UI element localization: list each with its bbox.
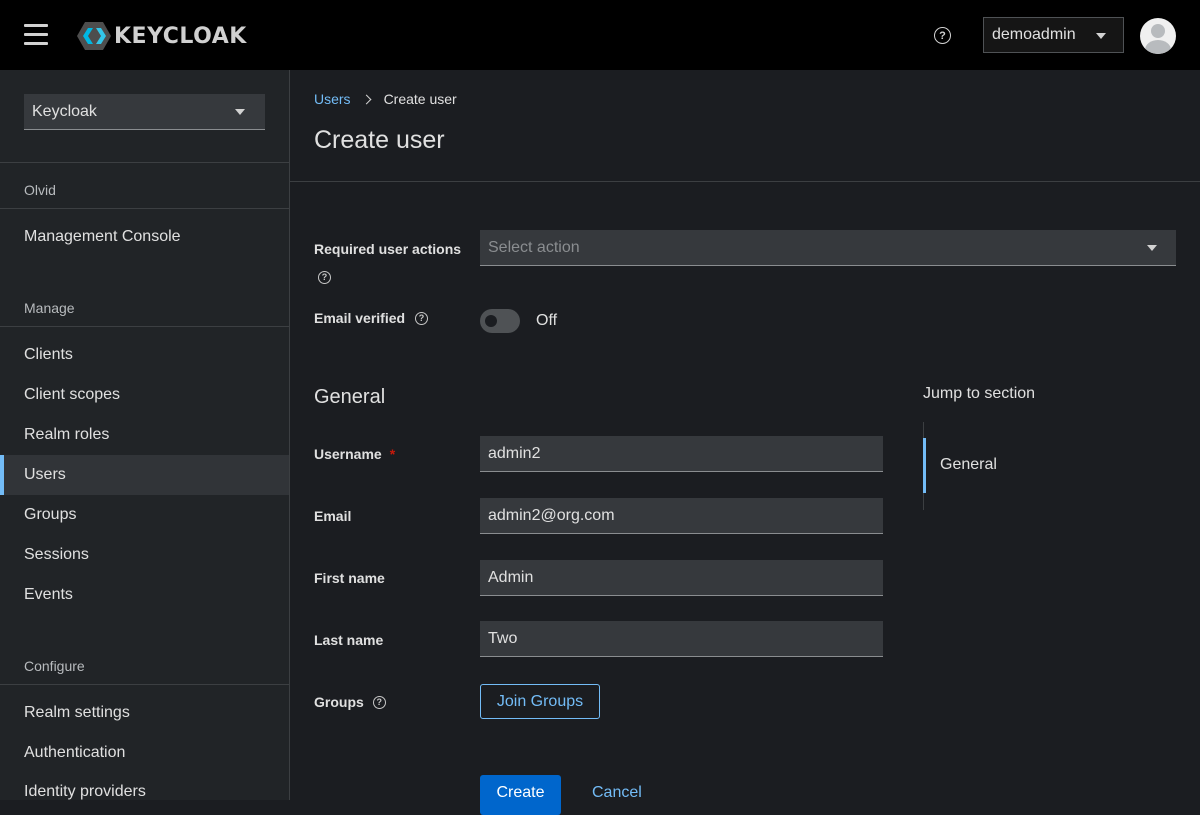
- jump-link-general[interactable]: General: [940, 456, 997, 474]
- chevron-down-icon: [1096, 33, 1106, 39]
- groups-label: Groups ?: [314, 694, 386, 710]
- breadcrumb-users-link[interactable]: Users: [314, 91, 351, 107]
- sidebar-item-clients[interactable]: Clients: [0, 335, 289, 375]
- masthead: KEYCLOAK ? demoadmin: [0, 0, 1200, 70]
- divider: [290, 181, 1200, 182]
- chevron-down-icon: [235, 109, 245, 115]
- brand-name: KEYCLOAK: [114, 23, 247, 49]
- required-actions-placeholder: Select action: [488, 238, 580, 256]
- sidebar: Keycloak Olvid Management Console Manage…: [0, 70, 290, 800]
- email-verified-label: Email verified ?: [314, 310, 429, 326]
- groups-label-text: Groups: [314, 694, 364, 710]
- help-icon[interactable]: ?: [415, 311, 429, 325]
- avatar[interactable]: [1140, 18, 1176, 54]
- first-name-field[interactable]: Admin: [480, 560, 883, 596]
- manage-section-heading: Manage: [24, 300, 75, 316]
- email-verified-state: Off: [536, 312, 558, 329]
- sidebar-item-users[interactable]: Users: [0, 455, 289, 495]
- sidebar-item-sessions[interactable]: Sessions: [0, 535, 289, 575]
- last-name-label: Last name: [314, 632, 384, 648]
- email-label: Email: [314, 508, 352, 524]
- hamburger-menu-icon[interactable]: [24, 24, 48, 46]
- page-title: Create user: [314, 126, 445, 154]
- sidebar-item-realm-settings[interactable]: Realm settings: [0, 693, 289, 733]
- divider: [0, 208, 290, 209]
- divider: [0, 162, 290, 163]
- help-icon[interactable]: ?: [372, 695, 386, 709]
- general-section-title: General: [314, 386, 386, 408]
- chevron-down-icon: [1147, 245, 1157, 251]
- realm-selector[interactable]: Keycloak: [24, 94, 265, 130]
- realm-section-heading: Olvid: [24, 182, 56, 198]
- breadcrumb-current: Create user: [383, 91, 457, 107]
- jump-to-section-title: Jump to section: [923, 385, 1036, 402]
- divider: [0, 684, 290, 685]
- sidebar-item-identity-providers[interactable]: Identity providers: [0, 772, 289, 812]
- email-verified-label-text: Email verified: [314, 310, 406, 326]
- keycloak-logo[interactable]: KEYCLOAK: [76, 20, 247, 52]
- keycloak-logo-icon: [77, 22, 111, 50]
- user-menu-label: demoadmin: [992, 26, 1076, 43]
- required-actions-select[interactable]: Select action: [480, 230, 1176, 266]
- sidebar-item-groups[interactable]: Groups: [0, 495, 289, 535]
- email-value: admin2@org.com: [488, 506, 615, 524]
- sidebar-item-management-console[interactable]: Management Console: [0, 217, 289, 257]
- email-verified-toggle[interactable]: [480, 309, 520, 333]
- required-indicator: *: [389, 446, 396, 462]
- last-name-value: Two: [488, 629, 518, 647]
- join-groups-button[interactable]: Join Groups: [480, 684, 600, 719]
- jump-nav-active-indicator: [923, 438, 926, 493]
- first-name-label: First name: [314, 570, 385, 586]
- user-menu-dropdown[interactable]: demoadmin: [983, 17, 1124, 53]
- sidebar-item-client-scopes[interactable]: Client scopes: [0, 375, 289, 415]
- create-button[interactable]: Create: [480, 775, 561, 815]
- username-label: Username *: [314, 446, 395, 462]
- sidebar-item-events[interactable]: Events: [0, 575, 289, 615]
- username-label-text: Username: [314, 446, 382, 462]
- required-actions-label: Required user actions: [314, 241, 462, 257]
- main-content: Users Create user Create user Required u…: [290, 70, 1200, 815]
- username-field[interactable]: admin2: [480, 436, 883, 472]
- sidebar-item-authentication[interactable]: Authentication: [0, 733, 289, 773]
- cancel-button[interactable]: Cancel: [592, 784, 642, 802]
- chevron-right-icon: [361, 94, 372, 104]
- email-field[interactable]: admin2@org.com: [480, 498, 883, 534]
- first-name-value: Admin: [488, 568, 534, 586]
- breadcrumb: Users Create user: [314, 91, 457, 107]
- help-icon[interactable]: ?: [934, 27, 951, 44]
- sidebar-item-realm-roles[interactable]: Realm roles: [0, 415, 289, 455]
- divider: [0, 326, 290, 327]
- configure-section-heading: Configure: [24, 658, 85, 674]
- username-value: admin2: [488, 444, 541, 462]
- help-icon[interactable]: ?: [318, 267, 331, 285]
- realm-selector-label: Keycloak: [32, 102, 97, 120]
- last-name-field[interactable]: Two: [480, 621, 883, 657]
